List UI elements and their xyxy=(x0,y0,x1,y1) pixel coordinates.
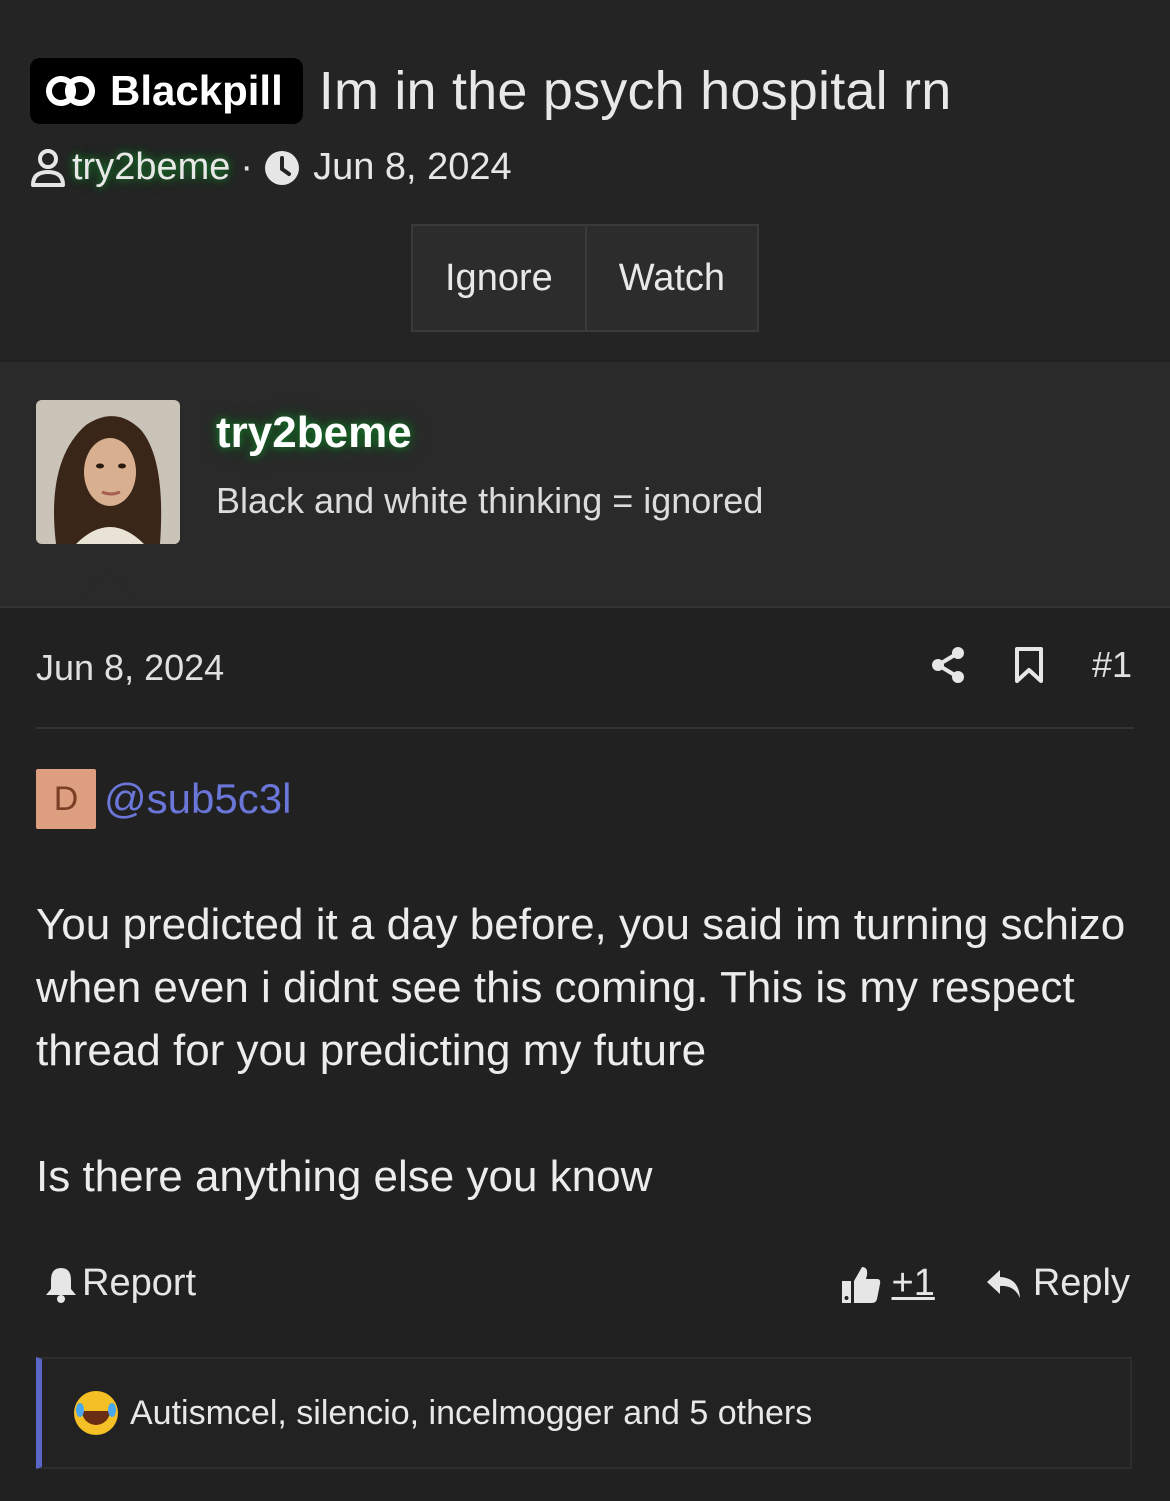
laughing-crying-emoji-icon xyxy=(74,1391,118,1435)
post-username[interactable]: try2beme xyxy=(216,408,412,458)
reply-label: Reply xyxy=(1032,1262,1130,1304)
post-paragraph: You predicted it a day before, you said … xyxy=(36,900,1126,1075)
post-number[interactable]: #1 xyxy=(1092,644,1132,686)
post-date[interactable]: Jun 8, 2024 xyxy=(36,647,224,689)
user-icon xyxy=(31,148,65,187)
avatar[interactable] xyxy=(36,400,180,544)
thumbs-up-icon[interactable] xyxy=(840,1263,882,1305)
reactions-list[interactable]: Autismcel, silencio, incelmogger and 5 o… xyxy=(130,1394,812,1433)
post-divider xyxy=(36,727,1134,729)
title-row: Blackpill Im in the psych hospital rn xyxy=(30,58,951,124)
thread-date[interactable]: Jun 8, 2024 xyxy=(313,146,512,189)
user-title: Black and white thinking = ignored xyxy=(216,480,764,521)
thread-meta: try2beme · Jun 8, 2024 xyxy=(30,146,512,189)
avatar-portrait xyxy=(36,400,180,544)
thread-author-link[interactable]: try2beme xyxy=(72,146,230,189)
mention-avatar[interactable]: D xyxy=(36,769,96,829)
clock-icon xyxy=(265,150,300,185)
watch-button[interactable]: Watch xyxy=(584,226,757,330)
bell-icon xyxy=(46,1267,76,1303)
prefix-label: Blackpill xyxy=(110,67,283,114)
thread-prefix-badge[interactable]: Blackpill xyxy=(30,58,303,124)
plus-one-link[interactable]: +1 xyxy=(892,1262,935,1305)
post-paragraph: Is there anything else you know xyxy=(36,1152,653,1201)
reactions-bar[interactable]: Autismcel, silencio, incelmogger and 5 o… xyxy=(36,1357,1132,1469)
blackpill-prefix-icon xyxy=(46,76,95,106)
mention-row: D @sub5c3l xyxy=(36,769,291,829)
bookmark-icon[interactable] xyxy=(1014,646,1044,684)
reaction-actions: +1 Reply xyxy=(840,1262,1130,1305)
report-button[interactable]: Report xyxy=(44,1262,196,1305)
post-body: You predicted it a day before, you said … xyxy=(36,893,1136,1208)
post-actions: #1 xyxy=(882,644,1132,686)
post-user-block: try2beme Black and white thinking = igno… xyxy=(0,362,1170,608)
thread-header: Blackpill Im in the psych hospital rn tr… xyxy=(0,0,1170,360)
ignore-button[interactable]: Ignore xyxy=(413,226,585,330)
mention-link[interactable]: @sub5c3l xyxy=(104,775,291,823)
message-arrow xyxy=(72,572,144,606)
thread-button-group: Ignore Watch xyxy=(411,224,760,332)
reply-icon xyxy=(986,1269,1020,1298)
meta-separator: · xyxy=(240,146,254,188)
share-icon[interactable] xyxy=(930,646,966,684)
report-label: Report xyxy=(82,1262,197,1304)
thread-title: Im in the psych hospital rn xyxy=(318,61,952,121)
reply-button[interactable]: Reply xyxy=(985,1262,1130,1305)
